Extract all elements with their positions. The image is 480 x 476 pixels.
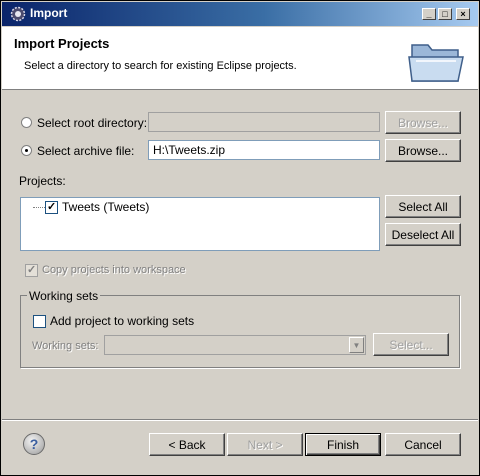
browse-archive-button[interactable]: Browse... xyxy=(385,139,461,162)
root-directory-radio[interactable] xyxy=(21,117,32,128)
working-sets-group-label: Working sets xyxy=(27,289,101,303)
chevron-down-icon: ▼ xyxy=(349,337,364,353)
window-title: Import xyxy=(30,6,68,20)
copy-projects-label: Copy projects into workspace xyxy=(42,264,186,276)
archive-file-radio[interactable] xyxy=(21,145,32,156)
select-all-button[interactable]: Select All xyxy=(385,195,461,218)
eclipse-gear-icon xyxy=(10,6,26,22)
root-directory-field xyxy=(148,112,380,132)
page-title: Import Projects xyxy=(14,36,110,51)
title-bar[interactable]: Import _ □ × xyxy=(2,2,478,26)
add-to-working-sets-label: Add project to working sets xyxy=(50,314,195,328)
import-dialog: Import _ □ × Import Projects Select a di… xyxy=(0,0,480,476)
page-description: Select a directory to search for existin… xyxy=(24,60,297,72)
maximize-button[interactable]: □ xyxy=(438,8,452,20)
working-sets-combo: ▼ xyxy=(104,335,366,355)
footer-separator xyxy=(2,419,478,421)
cancel-button[interactable]: Cancel xyxy=(385,433,461,456)
working-sets-label: Working sets: xyxy=(32,340,99,352)
back-button[interactable]: < Back xyxy=(149,433,225,456)
project-checkbox[interactable]: ✓ xyxy=(45,201,58,214)
help-icon[interactable]: ? xyxy=(23,433,45,455)
projects-label: Projects: xyxy=(19,174,66,188)
next-button: Next > xyxy=(227,433,303,456)
archive-file-label: Select archive file: xyxy=(37,144,135,158)
folder-icon xyxy=(408,44,464,82)
browse-root-button: Browse... xyxy=(385,111,461,134)
projects-list[interactable]: ✓ Tweets (Tweets) xyxy=(20,197,380,251)
close-button[interactable]: × xyxy=(456,8,470,20)
finish-button[interactable]: Finish xyxy=(305,433,381,456)
working-sets-group xyxy=(20,295,460,368)
add-to-working-sets-checkbox[interactable] xyxy=(33,315,46,328)
root-directory-label: Select root directory: xyxy=(37,116,148,130)
minimize-button[interactable]: _ xyxy=(422,8,436,20)
project-item-label[interactable]: Tweets (Tweets) xyxy=(62,200,149,214)
copy-projects-checkbox: ✓ xyxy=(25,264,38,277)
deselect-all-button[interactable]: Deselect All xyxy=(385,223,461,246)
select-working-sets-button: Select... xyxy=(373,333,449,356)
archive-file-input[interactable]: H:\Tweets.zip xyxy=(148,140,380,160)
dialog-header: Import Projects Select a directory to se… xyxy=(2,27,478,90)
